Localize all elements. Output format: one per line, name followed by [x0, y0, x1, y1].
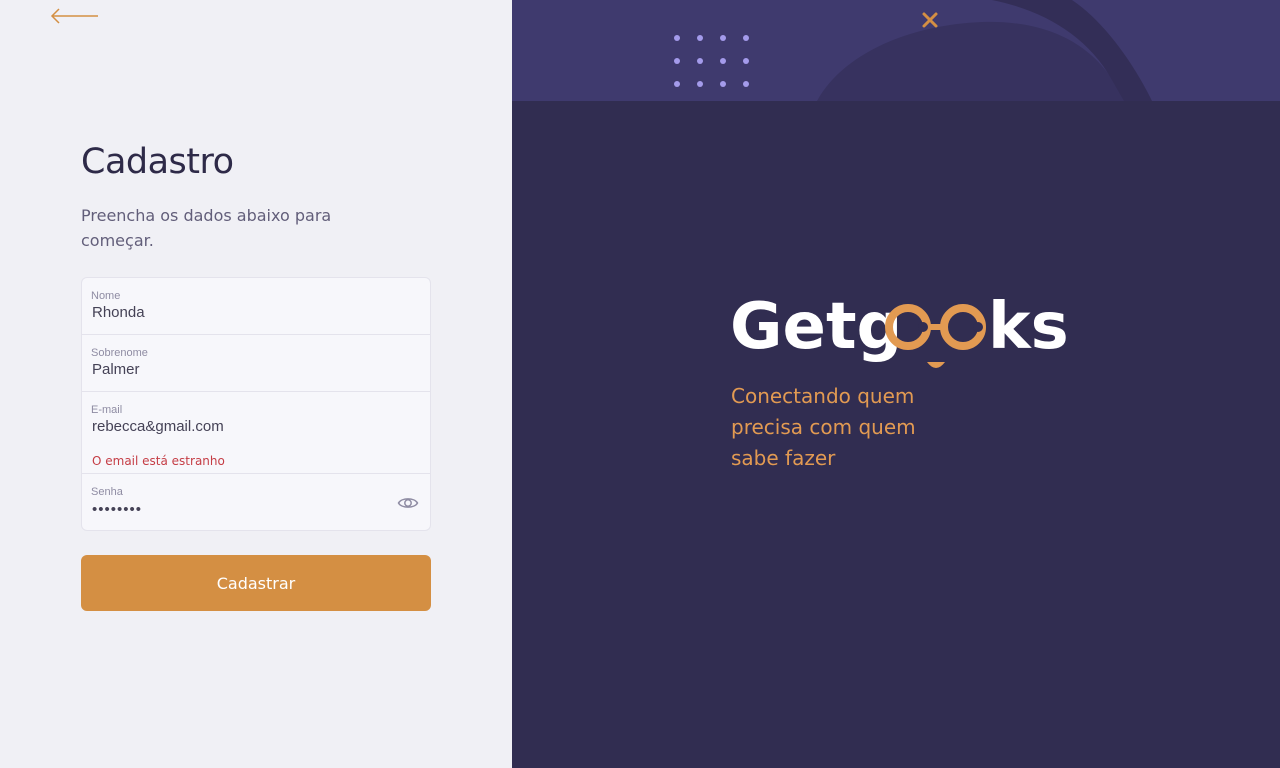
- logo-text-suffix: ks: [988, 290, 1069, 364]
- signup-form: Nome Sobrenome E-mail O email está estra…: [81, 277, 431, 531]
- page-title: Cadastro: [81, 142, 234, 182]
- nome-label: Nome: [91, 290, 121, 302]
- email-label: E-mail: [91, 404, 123, 416]
- dots-decoration-icon: [674, 35, 749, 87]
- logo-text-prefix: Getg: [730, 290, 902, 364]
- nome-input[interactable]: [92, 304, 382, 321]
- signup-panel: Cadastro Preencha os dados abaixo para c…: [0, 0, 512, 768]
- email-field: E-mail O email está estranho: [82, 392, 430, 474]
- brand-tagline: Conectando quem precisa com quem sabe fa…: [731, 384, 916, 470]
- email-error-message: O email está estranho: [92, 454, 225, 468]
- logo-glasses-icon: [885, 304, 986, 368]
- arrow-left-icon[interactable]: [48, 6, 102, 26]
- email-input[interactable]: [92, 418, 382, 435]
- cadastrar-button[interactable]: Cadastrar: [81, 555, 431, 611]
- hero-image-strip: [512, 0, 1280, 101]
- hero-photo-shape: [817, 0, 1152, 101]
- sobrenome-input[interactable]: [92, 361, 382, 378]
- senha-label: Senha: [91, 486, 123, 498]
- brand-panel: Getg ks Conectando quem precisa com quem…: [512, 0, 1280, 768]
- sobrenome-label: Sobrenome: [91, 347, 148, 359]
- eye-icon[interactable]: [397, 492, 419, 514]
- senha-input[interactable]: ••••••••: [92, 501, 382, 518]
- sobrenome-field: Sobrenome: [82, 335, 430, 392]
- senha-field: Senha ••••••••: [82, 474, 430, 530]
- close-icon[interactable]: [920, 10, 940, 30]
- page-subtitle: Preencha os dados abaixo para começar.: [81, 206, 332, 250]
- getgeeks-logo: Getg ks: [730, 290, 1069, 368]
- nome-field: Nome: [82, 278, 430, 335]
